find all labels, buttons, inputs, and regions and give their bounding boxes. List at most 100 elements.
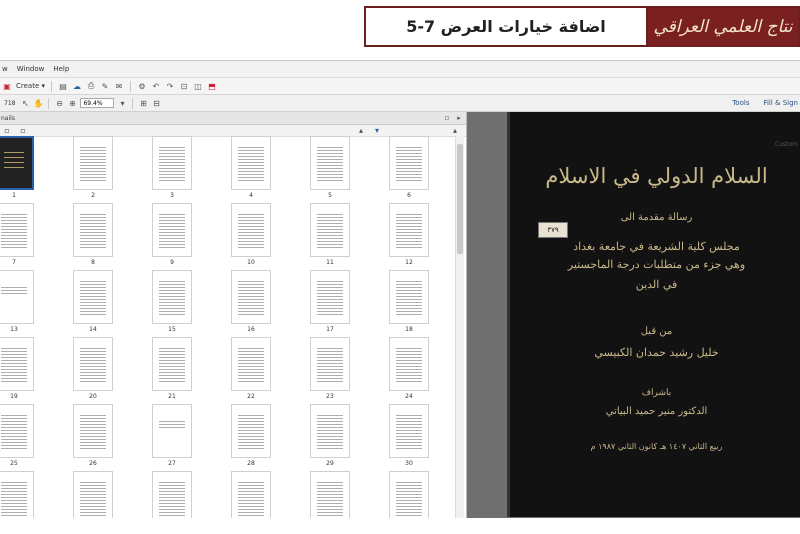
page-thumbnail[interactable] [389, 203, 429, 257]
page-thumbnail[interactable] [389, 136, 429, 190]
page-thumbnail[interactable] [231, 471, 271, 519]
scrollbar-thumb[interactable] [457, 144, 463, 254]
edit-icon[interactable]: ✎ [100, 81, 110, 91]
page-thumbnail[interactable] [152, 203, 192, 257]
fill-sign-tab[interactable]: Fill & Sign [763, 99, 798, 107]
thumb-size-large-icon[interactable]: ▴ [450, 125, 460, 135]
page-thumbnail[interactable] [310, 337, 350, 391]
page-thumbnail[interactable] [389, 404, 429, 458]
zoom-out-icon[interactable]: ⊖ [54, 98, 64, 108]
thumbnail-preview [317, 212, 343, 248]
page-thumbnail[interactable] [0, 471, 34, 519]
thumbnail-preview [317, 279, 343, 315]
print-icon[interactable]: ⎙ [86, 81, 96, 91]
page-thumbnail[interactable] [73, 136, 113, 190]
page-number-label: 6 [407, 192, 411, 199]
menu-item-help[interactable]: Help [53, 65, 69, 73]
thumbnail-preview [159, 212, 185, 248]
thumbnail-preview [159, 346, 185, 382]
library-stamp: ٣٧٩ [538, 222, 568, 238]
undo-icon[interactable]: ↶ [151, 81, 161, 91]
page-thumbnail[interactable] [389, 337, 429, 391]
document-view: السلام الدولي في الاسلام ٣٧٩ رسالة مقدمة… [467, 112, 800, 519]
thumb-delete-icon[interactable]: ▫ [2, 125, 12, 135]
page-number-label: 12 [405, 259, 413, 266]
hand-tool-icon[interactable]: ✋ [33, 98, 43, 108]
fit-page-icon[interactable]: ⊞ [138, 98, 148, 108]
navigation-toolbar: 718 ↖ ✋ ⊖ ⊕ 69.4% ▾ ⊞ ⊟ Tools Fill & Sig… [0, 95, 800, 112]
page-count: 718 [4, 99, 16, 107]
thumbnail-preview [238, 212, 264, 248]
menu-item-window-partial[interactable]: w [2, 65, 8, 73]
page-thumbnail[interactable] [73, 203, 113, 257]
right-panel-tabs: Tools Fill & Sign [732, 95, 798, 111]
divider [51, 80, 53, 92]
page-thumbnail[interactable] [0, 136, 34, 190]
page-thumbnail[interactable] [310, 471, 350, 519]
mail-icon[interactable]: ✉ [114, 81, 124, 91]
page-thumbnail[interactable] [73, 404, 113, 458]
page-number-label: 4 [249, 192, 253, 199]
page-thumbnail[interactable] [310, 270, 350, 324]
page-number-label: 14 [89, 326, 97, 333]
page-thumbnail[interactable] [0, 337, 34, 391]
redo-icon[interactable]: ↷ [165, 81, 175, 91]
page-thumbnail[interactable] [231, 136, 271, 190]
page-thumbnail[interactable] [310, 404, 350, 458]
cover-title: السلام الدولي في الاسلام [545, 164, 768, 188]
customize-label[interactable]: Custom [775, 141, 798, 148]
page-thumbnail[interactable] [389, 471, 429, 519]
open-icon[interactable]: ▤ [58, 81, 68, 91]
page-number-label: 23 [326, 393, 334, 400]
settings-icon[interactable]: ⚙ [137, 81, 147, 91]
page-thumbnail[interactable] [152, 404, 192, 458]
page-thumbnail[interactable] [0, 270, 34, 324]
page-thumbnail[interactable] [310, 136, 350, 190]
page-thumbnail[interactable] [152, 270, 192, 324]
cover-by-label: من قبل [640, 326, 673, 337]
page-thumbnail[interactable] [231, 203, 271, 257]
page-number-label: 13 [10, 326, 18, 333]
thumbnail-preview [317, 145, 343, 181]
pdf-cover-page: السلام الدولي في الاسلام ٣٧٩ رسالة مقدمة… [507, 112, 800, 517]
zoom-level-field[interactable]: 69.4% [80, 98, 115, 108]
thumbnails-scrollbar[interactable] [455, 136, 464, 519]
page-number-label: 18 [405, 326, 413, 333]
thumbnail-preview [238, 279, 264, 315]
thumbnail-preview [1, 413, 27, 449]
zoom-dropdown-icon[interactable]: ▾ [117, 98, 127, 108]
select-cursor-icon[interactable]: ↖ [20, 98, 30, 108]
cloud-icon[interactable]: ☁ [72, 81, 82, 91]
page-thumbnail[interactable] [0, 404, 34, 458]
page-thumbnail[interactable] [73, 471, 113, 519]
tools-tab[interactable]: Tools [732, 99, 749, 107]
page-number-label: 8 [91, 259, 95, 266]
thumbnail-preview [4, 148, 24, 168]
page-thumbnail[interactable] [231, 337, 271, 391]
page-thumbnail[interactable] [73, 270, 113, 324]
page-thumbnail[interactable] [310, 203, 350, 257]
thumb-size-small-icon[interactable]: ▴ [356, 125, 366, 135]
page-thumbnail[interactable] [0, 203, 34, 257]
thumbnail-preview [396, 212, 422, 248]
page-thumbnail[interactable] [231, 270, 271, 324]
page-thumbnail[interactable] [231, 404, 271, 458]
menu-item-window[interactable]: Window [17, 65, 45, 73]
page-number-label: 17 [326, 326, 334, 333]
page-thumbnail[interactable] [152, 337, 192, 391]
share-icon[interactable]: ⬒ [207, 81, 217, 91]
create-button[interactable]: Create ▾ [16, 82, 45, 90]
comment-icon[interactable]: ◫ [193, 81, 203, 91]
zoom-in-icon[interactable]: ⊕ [67, 98, 77, 108]
options-icon[interactable]: ▫ [442, 113, 452, 123]
page-number-label: 16 [247, 326, 255, 333]
page-thumbnail[interactable] [73, 337, 113, 391]
thumb-insert-icon[interactable]: ▫ [18, 125, 28, 135]
page-thumbnail[interactable] [152, 136, 192, 190]
page-thumbnail[interactable] [389, 270, 429, 324]
page-thumbnail[interactable] [152, 471, 192, 519]
fit-width-icon[interactable]: ⊟ [151, 98, 161, 108]
close-panel-icon[interactable]: ▸ [454, 113, 464, 123]
stamp-icon[interactable]: ⊡ [179, 81, 189, 91]
thumb-size-slider-icon[interactable]: ▾ [372, 125, 382, 135]
